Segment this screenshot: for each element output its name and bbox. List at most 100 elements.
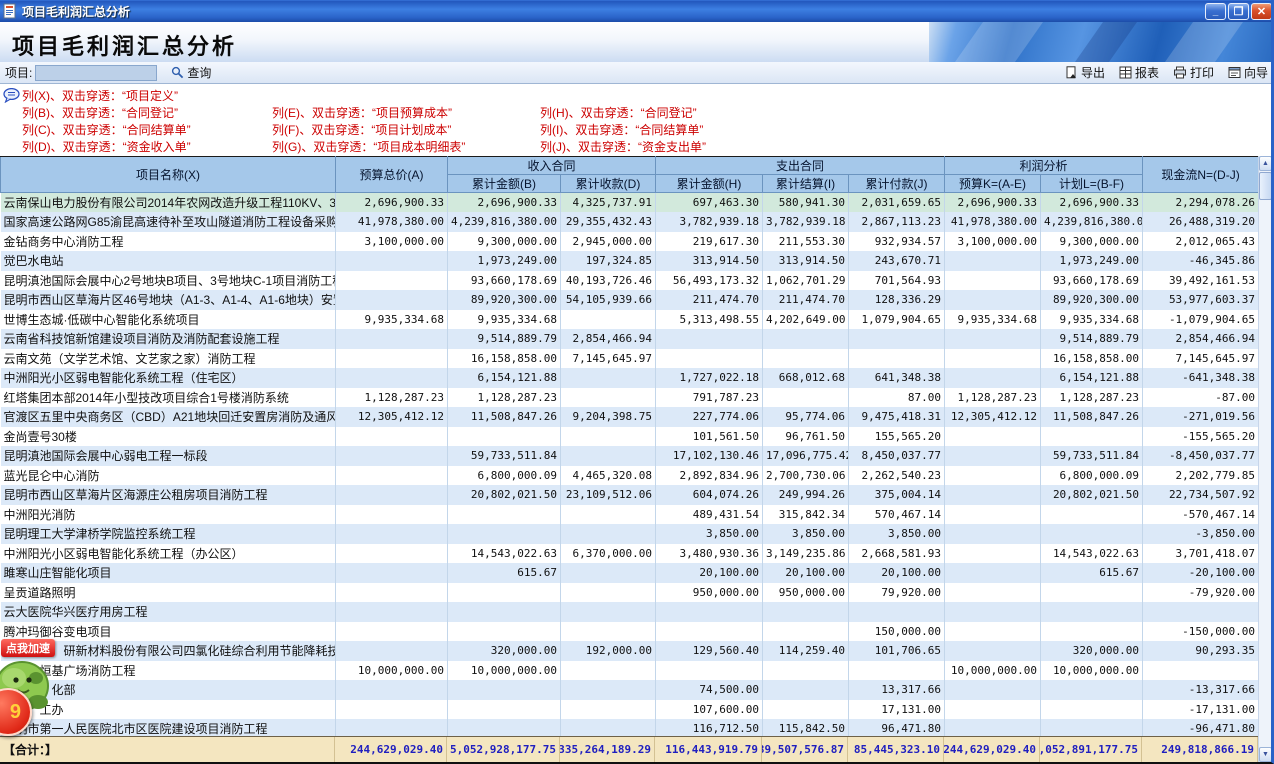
value-cell[interactable] <box>561 700 656 720</box>
value-cell[interactable] <box>561 446 656 466</box>
value-cell[interactable]: -155,565.20 <box>1143 427 1258 447</box>
value-cell[interactable] <box>561 602 656 622</box>
value-cell[interactable] <box>561 680 656 700</box>
value-cell[interactable]: 93,660,178.69 <box>448 271 561 291</box>
scrollbar-thumb[interactable] <box>1259 172 1272 200</box>
value-cell[interactable]: 6,154,121.88 <box>448 368 561 388</box>
value-cell[interactable]: 53,977,603.37 <box>1143 290 1258 310</box>
value-cell[interactable] <box>561 388 656 408</box>
value-cell[interactable]: 570,467.14 <box>849 505 945 525</box>
value-cell[interactable]: 2,031,659.65 <box>849 193 945 213</box>
report-button[interactable]: 报表 <box>1117 63 1161 82</box>
value-cell[interactable]: 1,128,287.23 <box>1041 388 1143 408</box>
value-cell[interactable]: 2,696,900.33 <box>448 193 561 213</box>
table-row[interactable]: 中洲阳光小区弱电智能化系统工程（办公区）14,543,022.636,370,0… <box>1 544 1259 564</box>
value-cell[interactable] <box>1041 505 1143 525</box>
value-cell[interactable]: 315,842.34 <box>763 505 849 525</box>
value-cell[interactable] <box>945 544 1041 564</box>
table-row[interactable]: 化部74,500.0013,317.66-13,317.66 <box>1 680 1259 700</box>
search-button[interactable]: 查询 <box>169 63 213 82</box>
value-cell[interactable] <box>945 583 1041 603</box>
value-cell[interactable] <box>1041 680 1143 700</box>
table-row[interactable]: 研新材料股份有限公司四氯化硅综合利用节能降耗技改项320,000.00192,0… <box>1 641 1259 661</box>
value-cell[interactable]: -20,100.00 <box>1143 563 1258 583</box>
value-cell[interactable] <box>1041 524 1143 544</box>
col-header-profit-plan[interactable]: 计划L=(B-F) <box>1041 175 1143 193</box>
value-cell[interactable]: 23,109,512.06 <box>561 485 656 505</box>
project-name-cell[interactable]: 金尚壹号30楼 <box>1 427 336 447</box>
col-header-expense-paid[interactable]: 累计付款(J) <box>849 175 945 193</box>
col-group-expense-contract[interactable]: 支出合同 <box>656 157 945 175</box>
value-cell[interactable] <box>561 661 656 681</box>
value-cell[interactable] <box>656 602 763 622</box>
value-cell[interactable] <box>336 466 448 486</box>
value-cell[interactable]: 11,508,847.26 <box>448 407 561 427</box>
value-cell[interactable]: 3,850.00 <box>763 524 849 544</box>
value-cell[interactable]: 20,100.00 <box>849 563 945 583</box>
value-cell[interactable]: 1,973,249.00 <box>1041 251 1143 271</box>
value-cell[interactable]: -13,317.66 <box>1143 680 1258 700</box>
value-cell[interactable] <box>945 719 1041 736</box>
value-cell[interactable]: 128,336.29 <box>849 290 945 310</box>
value-cell[interactable]: 2,892,834.96 <box>656 466 763 486</box>
table-row[interactable]: 觉巴水电站1,973,249.00197,324.85313,914.50313… <box>1 251 1259 271</box>
table-row[interactable]: 中洲阳光小区弱电智能化系统工程（住宅区）6,154,121.881,727,02… <box>1 368 1259 388</box>
table-row[interactable]: 雎寒山庄智能化项目615.6720,100.0020,100.0020,100.… <box>1 563 1259 583</box>
value-cell[interactable]: 13,317.66 <box>849 680 945 700</box>
restore-button[interactable]: ❐ <box>1228 3 1249 20</box>
value-cell[interactable]: 116,712.50 <box>656 719 763 736</box>
value-cell[interactable]: 2,696,900.33 <box>336 193 448 213</box>
col-header-expense-settled[interactable]: 累计结算(I) <box>763 175 849 193</box>
value-cell[interactable] <box>448 719 561 736</box>
value-cell[interactable]: 54,105,939.66 <box>561 290 656 310</box>
value-cell[interactable]: 615.67 <box>448 563 561 583</box>
value-cell[interactable] <box>945 524 1041 544</box>
value-cell[interactable]: 2,854,466.94 <box>1143 329 1258 349</box>
accelerate-ribbon[interactable]: 点我加速 <box>1 639 55 657</box>
value-cell[interactable]: 39,492,161.53 <box>1143 271 1258 291</box>
value-cell[interactable]: 17,096,775.42 <box>763 446 849 466</box>
value-cell[interactable]: 1,973,249.00 <box>448 251 561 271</box>
project-name-cell[interactable]: 官渡区五里中央商务区（CBD）A21地块回迁安置房消防及通风工 <box>1 407 336 427</box>
value-cell[interactable]: 20,802,021.50 <box>1041 485 1143 505</box>
table-row[interactable]: 昆明滇池国际会展中心2号地块B项目、3号地块C-1项目消防工程93,660,17… <box>1 271 1259 291</box>
value-cell[interactable]: 7,145,645.97 <box>1143 349 1258 369</box>
value-cell[interactable]: 211,474.70 <box>763 290 849 310</box>
value-cell[interactable] <box>849 602 945 622</box>
value-cell[interactable]: 95,774.06 <box>763 407 849 427</box>
value-cell[interactable] <box>945 466 1041 486</box>
close-button[interactable]: ✕ <box>1251 3 1272 20</box>
project-name-cell[interactable]: 中洲阳光小区弱电智能化系统工程（住宅区） <box>1 368 336 388</box>
value-cell[interactable] <box>336 641 448 661</box>
value-cell[interactable]: 9,475,418.31 <box>849 407 945 427</box>
value-cell[interactable] <box>448 700 561 720</box>
value-cell[interactable]: 1,128,287.23 <box>448 388 561 408</box>
wizard-button[interactable]: 向导 <box>1226 63 1270 82</box>
value-cell[interactable]: -641,348.38 <box>1143 368 1258 388</box>
value-cell[interactable] <box>448 505 561 525</box>
value-cell[interactable] <box>336 446 448 466</box>
value-cell[interactable]: 10,000,000.00 <box>945 661 1041 681</box>
value-cell[interactable]: 489,431.54 <box>656 505 763 525</box>
value-cell[interactable]: 320,000.00 <box>448 641 561 661</box>
value-cell[interactable]: 668,012.68 <box>763 368 849 388</box>
value-cell[interactable] <box>448 427 561 447</box>
value-cell[interactable] <box>945 602 1041 622</box>
table-row[interactable]: 官渡区五里中央商务区（CBD）A21地块回迁安置房消防及通风工12,305,41… <box>1 407 1259 427</box>
value-cell[interactable]: 243,670.71 <box>849 251 945 271</box>
table-row[interactable]: 云大医院华兴医疗用房工程 <box>1 602 1259 622</box>
value-cell[interactable]: 22,734,507.92 <box>1143 485 1258 505</box>
project-name-cell[interactable]: 昆明市西山区草海片区46号地块（A1-3、A1-4、A1-6地块）安置 <box>1 290 336 310</box>
value-cell[interactable]: 101,706.65 <box>849 641 945 661</box>
col-header-cashflow[interactable]: 现金流N=(D-J) <box>1143 157 1258 193</box>
value-cell[interactable] <box>1041 700 1143 720</box>
value-cell[interactable]: 89,920,300.00 <box>1041 290 1143 310</box>
value-cell[interactable] <box>849 661 945 681</box>
value-cell[interactable]: 11,508,847.26 <box>1041 407 1143 427</box>
value-cell[interactable] <box>561 622 656 642</box>
value-cell[interactable]: 20,802,021.50 <box>448 485 561 505</box>
value-cell[interactable]: 3,100,000.00 <box>336 232 448 252</box>
value-cell[interactable] <box>945 641 1041 661</box>
value-cell[interactable] <box>1041 602 1143 622</box>
value-cell[interactable] <box>945 329 1041 349</box>
